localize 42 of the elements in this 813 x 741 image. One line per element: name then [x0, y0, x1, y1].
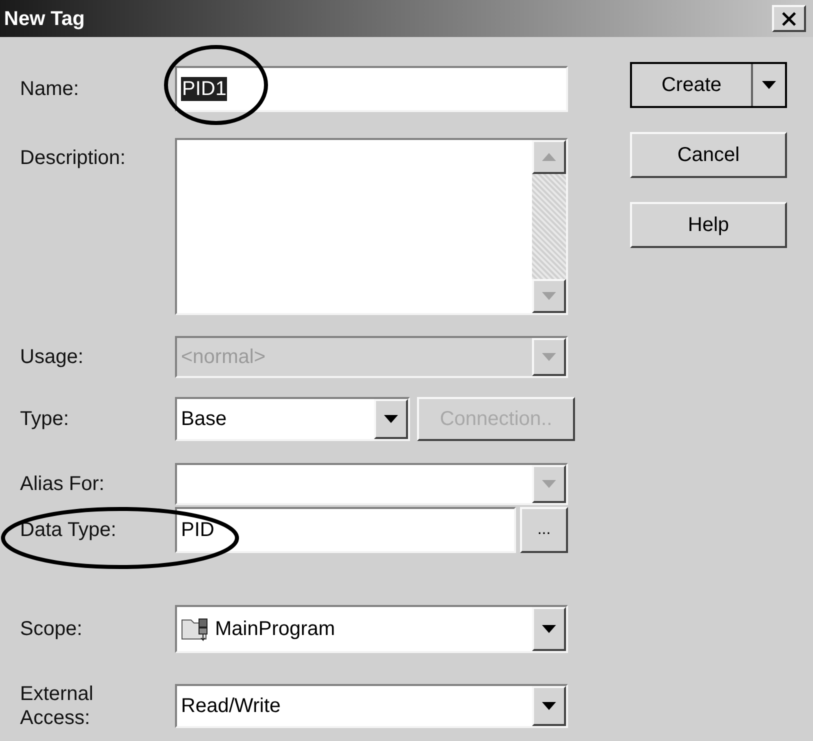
field-value: <normal>: [181, 345, 266, 370]
dropdown-button[interactable]: [532, 607, 566, 651]
dialog-button[interactable]: Help: [630, 202, 787, 248]
dialog-button[interactable]: Create: [630, 62, 787, 108]
dropdown-arrow-icon: [542, 625, 556, 633]
dropdown-arrow-icon: [542, 480, 556, 488]
field-label: Data Type:: [20, 518, 118, 542]
field-label: Alias For:: [20, 472, 106, 496]
scrollbar[interactable]: [532, 140, 566, 313]
field-label: Name:: [20, 77, 80, 101]
field-label: Usage:: [20, 345, 84, 369]
dropdown-field[interactable]: MainProgram: [175, 605, 568, 653]
field-label: Scope:: [20, 617, 84, 641]
dropdown-arrow-icon: [762, 81, 776, 89]
field-label: Description:: [20, 146, 127, 170]
field-value: Base: [181, 407, 227, 432]
field-value: Read/Write: [181, 694, 281, 719]
field-label: External Access:: [20, 682, 94, 730]
field-value: PID: [181, 518, 214, 543]
field-value: PID1: [181, 77, 228, 101]
down-arrow-icon: [542, 292, 556, 300]
close-button[interactable]: [772, 5, 806, 32]
field-label: Type:: [20, 407, 70, 431]
dropdown-button[interactable]: [532, 686, 566, 726]
field-value: MainProgram: [215, 617, 336, 642]
browse-button[interactable]: ...: [520, 507, 568, 553]
dropdown-button[interactable]: [374, 399, 408, 439]
dropdown-arrow-icon: [384, 415, 398, 423]
name-field[interactable]: PID1: [175, 66, 568, 112]
dropdown-arrow-icon: [542, 702, 556, 710]
scroll-up-button[interactable]: [532, 140, 566, 174]
dropdown-field[interactable]: [175, 463, 568, 505]
dialog-button[interactable]: Cancel: [630, 132, 787, 178]
description-field[interactable]: [175, 138, 568, 315]
dropdown-field[interactable]: Base: [175, 397, 410, 441]
dropdown-field[interactable]: Read/Write: [175, 684, 568, 728]
up-arrow-icon: [542, 153, 556, 161]
close-icon: [781, 12, 797, 26]
window-title: New Tag: [4, 6, 85, 32]
dropdown-arrow-icon: [542, 353, 556, 361]
data-type-field[interactable]: PID: [175, 507, 516, 553]
scroll-down-button[interactable]: [532, 279, 566, 313]
